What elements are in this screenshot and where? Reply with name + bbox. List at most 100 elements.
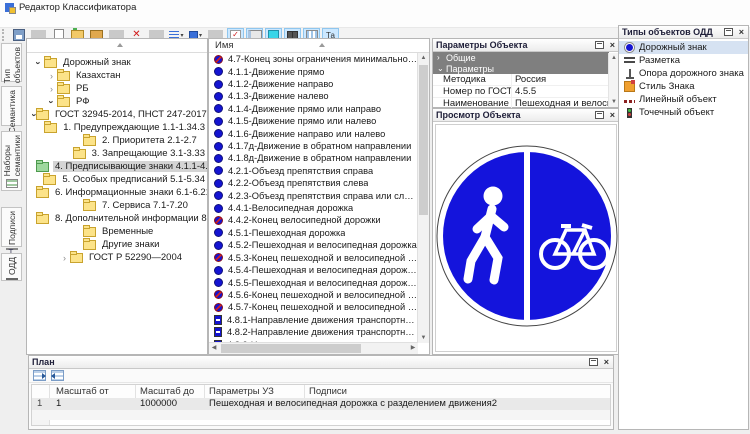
sign-list-item[interactable]: 4.2.2-Объезд препятствия слева (209, 177, 418, 189)
expand-arrow-icon[interactable]: › (59, 253, 70, 263)
object-params-panel: Параметры Объекта × ›Общие ⌄Параметры Ме… (432, 38, 620, 108)
sign-list-item[interactable]: 4.1.5-Движение прямо или налево (209, 115, 418, 127)
close-icon[interactable]: × (610, 41, 615, 50)
tree-item[interactable]: › 1. Предупреждающие 1.1-1.34.3 (27, 121, 207, 134)
sign-list-item[interactable]: 4.5.3-Конец пешеходной и велосипедной до… (209, 252, 418, 264)
sign-list-item[interactable]: 4.1.1-Движение прямо (209, 65, 418, 77)
expand-arrow-icon[interactable]: › (46, 84, 57, 94)
sign-list-item[interactable]: 4.5.4-Пешеходная и велосипедная дорожка … (209, 264, 418, 276)
dock-pin-icon[interactable] (595, 41, 604, 49)
sidebar-tab-odd[interactable]: ОДД (1, 253, 22, 281)
sign-thumb-icon (214, 241, 223, 250)
close-icon[interactable]: × (604, 358, 609, 367)
tree-item[interactable]: › Другие знаки (27, 238, 207, 251)
sign-list-item[interactable]: 4.8.1-Направление движения транспортных … (209, 314, 418, 326)
folder-icon (73, 149, 86, 159)
dock-pin-icon[interactable] (724, 28, 733, 36)
tree-item[interactable]: › РБ (27, 82, 207, 95)
tree-item[interactable]: › 6. Информационные знаки 6.1-6.21.2 (27, 186, 207, 199)
sign-list-item[interactable]: 4.1.8д-Движение в обратном направлении (209, 152, 418, 164)
plan-grid-header[interactable]: Масштаб от Масштаб до Параметры УЗ Подпи… (32, 385, 610, 399)
sign-list-item[interactable]: 4.4.2-Конец велосипедной дорожки (209, 214, 418, 226)
group-parameters[interactable]: ⌄Параметры (433, 63, 609, 74)
tree-item[interactable]: › ГОСТ Р 52290—2004 (27, 251, 207, 264)
sign-list-item[interactable]: 4.1.3-Движение налево (209, 90, 418, 102)
sort-ascending-icon (319, 43, 325, 47)
horizontal-scrollbar[interactable]: ◀ ▶ (209, 342, 418, 354)
sign-list: 4.7-Конец зоны ограничения минимальной с… (209, 53, 418, 343)
sidebar-tab-labels[interactable]: Подписи (1, 207, 22, 247)
sign-list-item[interactable]: 4.5.6-Конец пешеходной и велосипедной до… (209, 289, 418, 301)
tree-column-header[interactable] (27, 39, 207, 53)
odd-type-item[interactable]: Точечный объект (619, 106, 748, 119)
odd-type-icon (625, 43, 634, 52)
scroll-thumb[interactable] (419, 65, 428, 215)
sign-list-item[interactable]: 4.1.7д-Движение в обратном направлении (209, 140, 418, 152)
sidebar-tab-semantic-sets[interactable]: Наборы семантики (1, 131, 22, 191)
sign-list-item[interactable]: 4.1.4-Движение прямо или направо (209, 103, 418, 115)
sign-list-item[interactable]: 4.5.5-Пешеходная и велосипедная дорожка … (209, 276, 418, 288)
sign-list-item[interactable]: 4.5.1-Пешеходная дорожка (209, 227, 418, 239)
sign-list-item[interactable]: 4.4.1-Велосипедная дорожка (209, 202, 418, 214)
plan-table-row[interactable]: 1 1 1000000 Пешеходная и велосипедная до… (32, 398, 610, 410)
sign-list-item[interactable]: 4.5.7-Конец пешеходной и велосипедной до… (209, 301, 418, 313)
odd-tab-icon (6, 278, 18, 280)
sign-list-item[interactable]: 4.5.2-Пешеходная и велосипедная дорожка (209, 239, 418, 251)
sign-list-item[interactable]: 4.2.1-Объезд препятствия справа (209, 165, 418, 177)
insert-row-icon[interactable] (33, 370, 46, 381)
tree-item[interactable]: › Дорожный знак (27, 56, 207, 69)
odd-type-item[interactable]: Разметка (619, 54, 748, 67)
close-icon[interactable]: × (739, 28, 744, 37)
classifier-tree: › Дорожный знак › Казахстан › РБ › РФ (27, 53, 207, 354)
save-icon[interactable] (10, 28, 27, 43)
expand-arrow-icon[interactable]: › (47, 96, 57, 107)
odd-type-item[interactable]: Линейный объект (619, 93, 748, 106)
sidebar-tab-objects[interactable]: Тип объектов (1, 43, 22, 82)
delete-row-icon[interactable] (51, 370, 64, 381)
dock-pin-icon[interactable] (589, 358, 598, 366)
group-general[interactable]: ›Общие (433, 52, 609, 63)
tree-item[interactable]: › 5. Особых предписаний 5.1-5.34 (27, 173, 207, 186)
tree-item[interactable]: › 3. Запрещающие 3.1-3.33 (27, 147, 207, 160)
tree-item[interactable]: › 4. Предписывающие знаки 4.1.1-4.8.3 (27, 160, 207, 173)
tree-item[interactable]: › Казахстан (27, 69, 207, 82)
scroll-thumb[interactable] (221, 344, 361, 353)
tree-item[interactable]: › Временные (27, 225, 207, 238)
semantic-sets-tab-icon (6, 179, 18, 188)
sign-thumb-icon (214, 228, 223, 237)
tree-item[interactable]: › 8. Дополнительной информации 8.1.1-8.2… (27, 212, 207, 225)
sign-thumb-icon (214, 327, 222, 337)
odd-type-item[interactable]: Дорожный знак (619, 41, 748, 54)
sign-list-item[interactable]: 4.1.6-Движение направо или налево (209, 127, 418, 139)
sign-list-item[interactable]: 4.2.3-Объезд препятствия справа или слев… (209, 189, 418, 201)
sidebar-tab-semantics[interactable]: Семантика (1, 86, 22, 126)
sign-thumb-icon (214, 80, 223, 89)
sign-thumb-icon (214, 303, 223, 312)
sign-list-item[interactable]: 4.7-Конец зоны ограничения минимальной с… (209, 53, 418, 65)
tree-item[interactable]: › 7. Сервиса 7.1-7.20 (27, 199, 207, 212)
odd-type-icon (624, 81, 635, 92)
sign-thumb-icon (214, 166, 223, 175)
sign-thumb-icon (214, 67, 223, 76)
vertical-scrollbar[interactable]: ▲ ▼ (417, 53, 429, 343)
expand-arrow-icon[interactable]: › (46, 71, 57, 81)
sign-thumb-icon (214, 290, 223, 299)
sign-thumb-icon (214, 104, 223, 113)
sign-list-item[interactable]: 4.8.2-Направление движения транспортных … (209, 326, 418, 338)
close-icon[interactable]: × (610, 111, 615, 120)
sign-list-item[interactable]: 4.1.2-Движение направо (209, 78, 418, 90)
name-column-header[interactable]: Имя (209, 39, 429, 53)
expand-arrow-icon[interactable]: › (34, 57, 44, 68)
odd-type-item[interactable]: Стиль Знака (619, 80, 748, 93)
tree-item[interactable]: › РФ (27, 95, 207, 108)
dock-pin-icon[interactable] (595, 111, 604, 119)
folder-icon (36, 214, 49, 224)
classifier-tree-panel: › Дорожный знак › Казахстан › РБ › РФ (26, 38, 208, 355)
odd-type-item[interactable]: Опора дорожного знака (619, 67, 748, 80)
panel-title: Параметры Объекта (436, 40, 595, 50)
tree-item[interactable]: › ГОСТ 32945-2014, ПНСТ 247-2017 (27, 108, 207, 121)
toolbar-grip[interactable] (2, 29, 9, 41)
sign-thumb-icon (214, 179, 223, 188)
sign-thumb-icon (214, 92, 223, 101)
tree-item[interactable]: › 2. Приоритета 2.1-2.7 (27, 134, 207, 147)
